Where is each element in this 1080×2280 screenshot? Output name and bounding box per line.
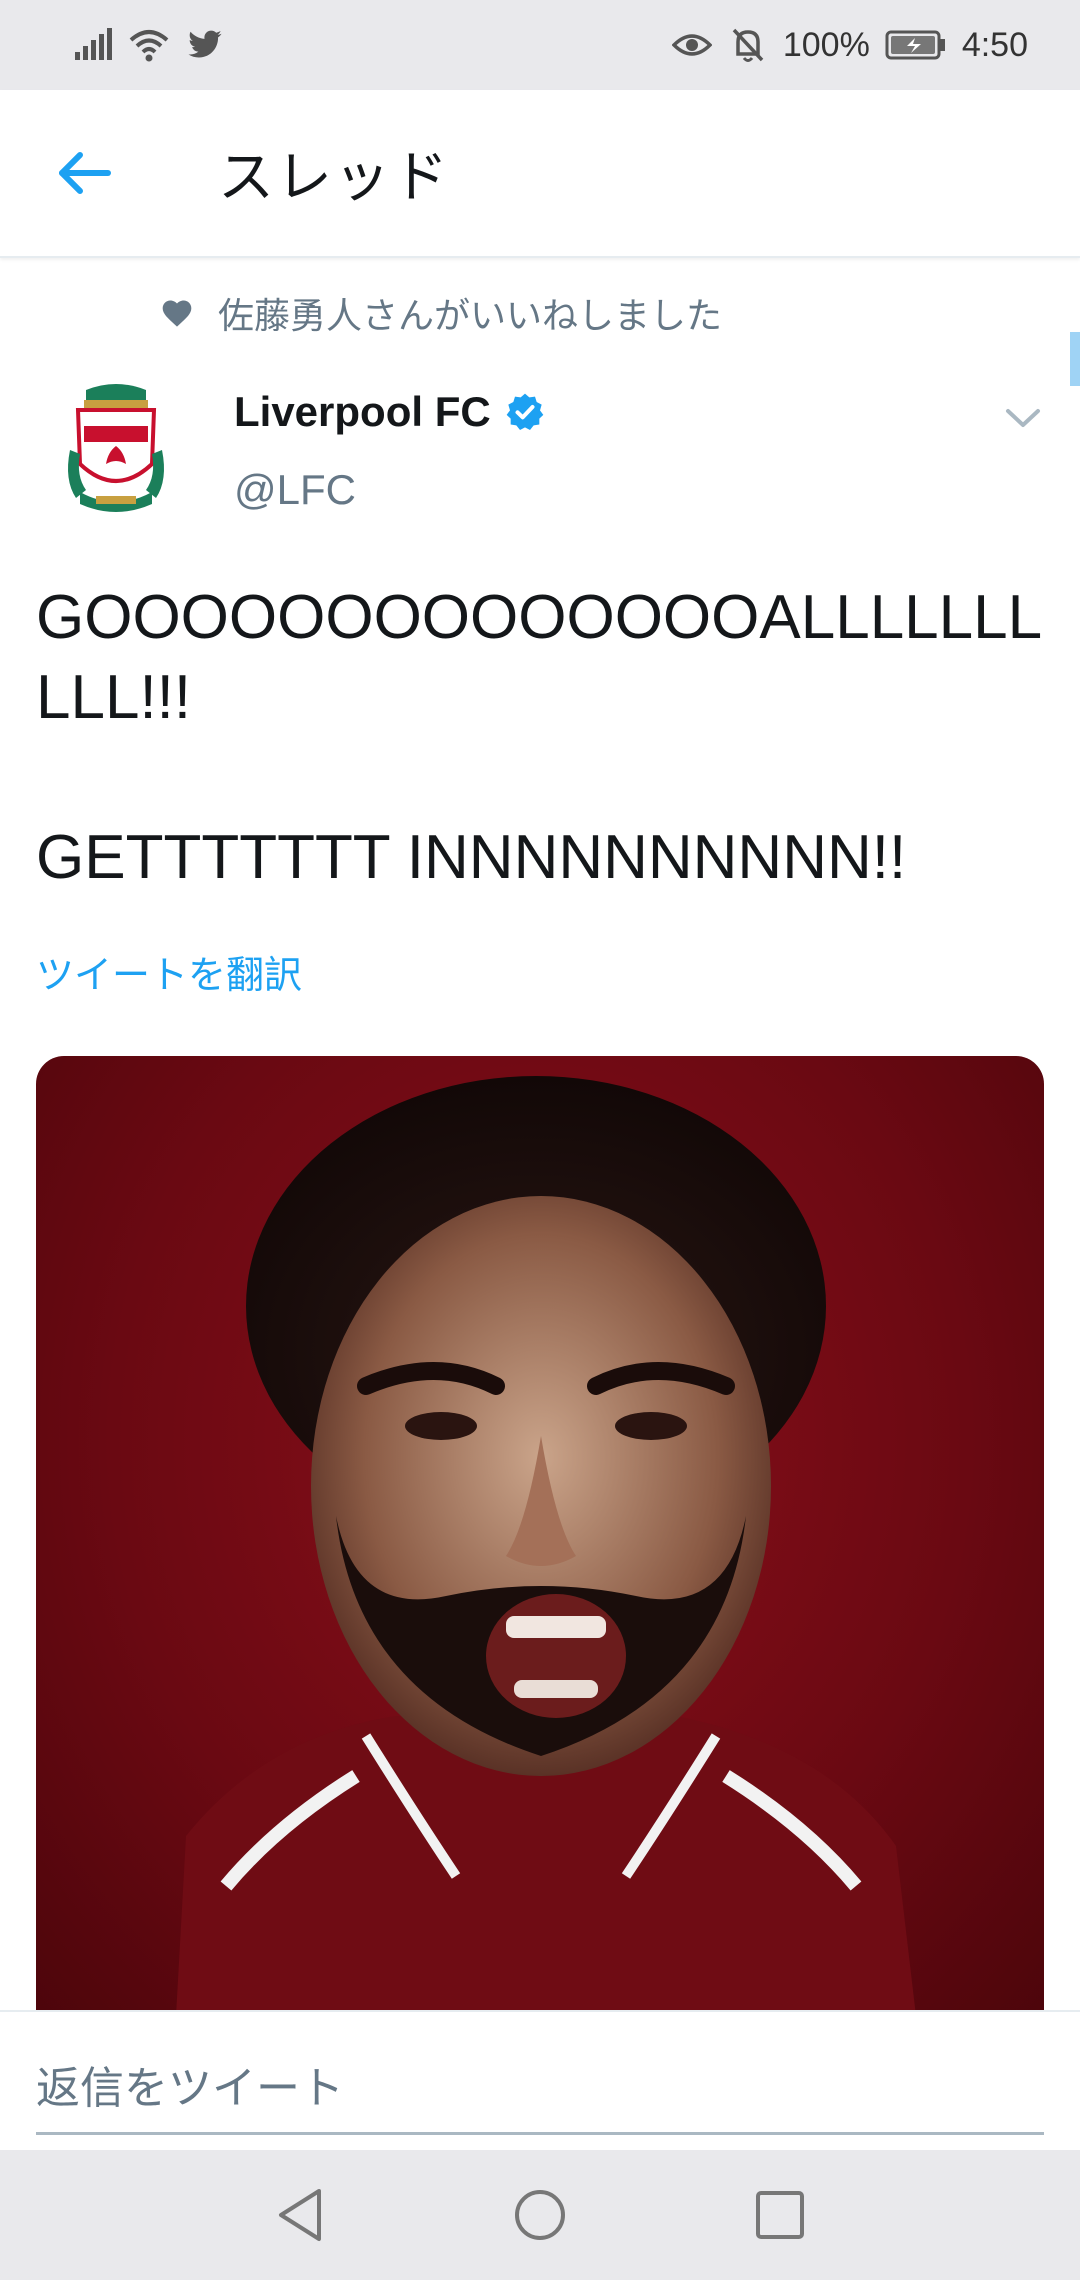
status-right: 100% 4:50 (671, 24, 1028, 66)
arrow-left-icon (59, 152, 111, 194)
translate-tweet-link[interactable]: ツイートを翻訳 (36, 944, 302, 999)
eye-icon (671, 24, 713, 66)
tweet-menu-button[interactable] (998, 398, 1048, 438)
page-title: スレッド (218, 145, 450, 211)
lfc-crest-logo (68, 384, 164, 512)
wifi-icon (128, 24, 170, 66)
clock: 4:50 (961, 25, 1028, 64)
avatar[interactable] (56, 380, 176, 520)
app-header: スレッド (0, 90, 1080, 258)
author-name-text: Liverpool FC (234, 388, 491, 435)
tweet-media-video[interactable] (36, 1056, 1044, 2016)
nav-home-button[interactable] (505, 2180, 575, 2250)
signal-icon (72, 24, 114, 66)
battery-percent: 100% (782, 25, 870, 64)
reply-input[interactable]: 返信をツイート (36, 2052, 344, 2116)
heart-icon (160, 298, 194, 328)
author-handle[interactable]: @LFC (234, 466, 356, 514)
battery-icon (884, 24, 948, 66)
social-context-text: 佐藤勇人さんがいいねしました (218, 296, 723, 337)
square-recents-icon (756, 2191, 804, 2239)
triangle-back-icon (279, 2189, 321, 2241)
social-context[interactable]: 佐藤勇人さんがいいねしました (160, 288, 722, 338)
verified-badge-icon (506, 393, 544, 430)
circle-home-icon (515, 2190, 565, 2240)
status-left (72, 24, 226, 66)
back-button[interactable] (50, 138, 120, 208)
scrollbar[interactable] (1070, 332, 1080, 386)
tweet-text: GOOOOOOOOOOOOOOALLLLLLLLLL!!! GETTTTTTT … (36, 583, 1043, 892)
video-still-image (176, 1076, 916, 2016)
status-bar: 100% 4:50 (0, 0, 1080, 90)
reply-bar: 返信をツイート (0, 2010, 1080, 2150)
nav-recents-button[interactable] (745, 2180, 815, 2250)
author-name[interactable]: Liverpool FC (234, 388, 545, 436)
system-nav-bar (0, 2150, 1080, 2280)
twitter-icon (184, 24, 226, 66)
nav-back-button[interactable] (265, 2180, 335, 2250)
notifications-off-icon (727, 24, 769, 66)
reply-input-underline (36, 2132, 1044, 2135)
chevron-down-icon (1006, 409, 1040, 427)
